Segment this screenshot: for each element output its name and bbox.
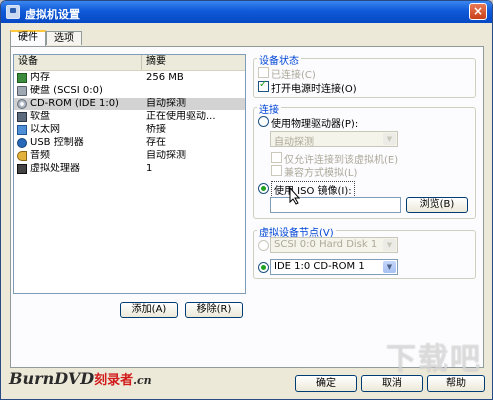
ide-node-combo[interactable]: IDE 1:0 CD-ROM 1 ▼ bbox=[270, 259, 398, 275]
logo-suffix: .cn bbox=[133, 374, 152, 387]
device-name: 软盘 bbox=[30, 111, 50, 122]
ide-node-value: IDE 1:0 CD-ROM 1 bbox=[274, 261, 365, 272]
hard-disk-icon bbox=[17, 86, 27, 96]
mouse-cursor-icon bbox=[289, 187, 301, 205]
physical-drive-value: 自动探测 bbox=[274, 137, 314, 148]
device-summary: 1 bbox=[146, 163, 153, 174]
chevron-down-icon: ▼ bbox=[383, 239, 396, 251]
physical-drive-radio[interactable] bbox=[258, 116, 269, 127]
tab-hardware[interactable]: 硬件 bbox=[10, 30, 46, 46]
exclusive-checkbox[interactable] bbox=[271, 152, 282, 163]
column-device[interactable]: 设备 bbox=[14, 55, 142, 70]
device-summary: 存在 bbox=[146, 137, 166, 148]
connection-title: 连接 bbox=[257, 101, 281, 116]
tab-options[interactable]: 选项 bbox=[46, 31, 82, 45]
device-name: 硬盘 (SCSI 0:0) bbox=[30, 85, 103, 96]
cdrom-icon bbox=[17, 99, 27, 109]
ide-node-radio[interactable] bbox=[258, 262, 269, 273]
physical-drive-combo[interactable]: 自动探测 ▼ bbox=[270, 131, 398, 148]
iso-image-radio[interactable] bbox=[258, 183, 269, 194]
browse-button[interactable]: 浏览(B) bbox=[406, 197, 468, 213]
device-summary: 256 MB bbox=[146, 72, 184, 83]
device-row-floppy[interactable]: 软盘 正在使用驱动... bbox=[14, 111, 245, 123]
device-row-cpu[interactable]: 虚拟处理器 1 bbox=[14, 163, 245, 175]
device-list-header: 设备 摘要 bbox=[14, 55, 245, 71]
device-summary: 自动探测 bbox=[146, 150, 186, 161]
close-button[interactable]: × bbox=[469, 3, 487, 20]
add-button[interactable]: 添加(A) bbox=[120, 302, 178, 318]
scsi-node-radio[interactable] bbox=[258, 240, 269, 251]
logo-cn: 刻录者 bbox=[94, 373, 134, 388]
chevron-down-icon: ▼ bbox=[383, 133, 396, 145]
device-list[interactable]: 设备 摘要 内存 256 MB 硬盘 (SCSI 0:0) CD-ROM (ID… bbox=[13, 54, 246, 294]
legacy-label: 兼容方式模拟(L) bbox=[284, 168, 358, 179]
device-row-ethernet[interactable]: 以太网 桥接 bbox=[14, 124, 245, 136]
device-row-cdrom[interactable]: CD-ROM (IDE 1:0) 自动探测 bbox=[14, 98, 245, 110]
memory-icon bbox=[17, 73, 27, 83]
floppy-icon bbox=[17, 112, 27, 122]
device-name: 内存 bbox=[30, 72, 50, 83]
connect-on-power-label: 打开电源时连接(O) bbox=[271, 84, 357, 95]
watermark: 下载吧 bbox=[386, 342, 482, 377]
window-title: 虚拟机设置 bbox=[25, 8, 80, 21]
connected-label: 已连接(C) bbox=[271, 70, 316, 81]
close-icon: × bbox=[472, 4, 484, 18]
vm-settings-icon bbox=[6, 5, 20, 19]
physical-drive-label: 使用物理驱动器(P): bbox=[271, 119, 359, 130]
logo-text: BurnDVD bbox=[9, 369, 95, 388]
title-bar[interactable]: 虚拟机设置 × bbox=[1, 1, 492, 23]
device-row-usb[interactable]: USB 控制器 存在 bbox=[14, 137, 245, 149]
device-summary: 自动探测 bbox=[146, 98, 186, 109]
device-name: CD-ROM (IDE 1:0) bbox=[30, 98, 119, 109]
device-summary: 正在使用驱动... bbox=[146, 111, 216, 122]
scsi-node-value: SCSI 0:0 Hard Disk 1 bbox=[274, 239, 378, 250]
chevron-down-icon: ▼ bbox=[383, 261, 396, 273]
burndvd-logo: BurnDVD刻录者.cn bbox=[9, 369, 152, 388]
connect-on-power-checkbox[interactable] bbox=[258, 79, 269, 92]
device-status-title: 设备状态 bbox=[257, 52, 301, 67]
remove-button[interactable]: 移除(R) bbox=[185, 302, 243, 318]
settings-window: 虚拟机设置 × 硬件 选项 设备 摘要 内存 256 MB 硬盘 (SCSI 0… bbox=[0, 0, 493, 400]
sound-icon bbox=[17, 151, 27, 161]
device-row-memory[interactable]: 内存 256 MB bbox=[14, 72, 245, 84]
legacy-checkbox[interactable] bbox=[271, 165, 282, 176]
device-name: 音频 bbox=[30, 150, 50, 161]
ok-button[interactable]: 确定 bbox=[295, 375, 357, 392]
device-name: 以太网 bbox=[30, 124, 60, 135]
connected-checkbox[interactable] bbox=[258, 67, 269, 78]
scsi-node-combo[interactable]: SCSI 0:0 Hard Disk 1 ▼ bbox=[270, 237, 398, 253]
device-summary: 桥接 bbox=[146, 124, 166, 135]
device-name: 虚拟处理器 bbox=[30, 163, 80, 174]
ethernet-icon bbox=[17, 125, 27, 135]
column-summary[interactable]: 摘要 bbox=[142, 55, 245, 70]
device-row-sound[interactable]: 音频 自动探测 bbox=[14, 150, 245, 162]
cpu-icon bbox=[17, 164, 27, 174]
device-row-hard-disk[interactable]: 硬盘 (SCSI 0:0) bbox=[14, 85, 245, 97]
iso-image-label: 使用 ISO 镜像(I): bbox=[271, 181, 355, 198]
device-name: USB 控制器 bbox=[30, 137, 84, 148]
usb-icon bbox=[17, 138, 27, 148]
